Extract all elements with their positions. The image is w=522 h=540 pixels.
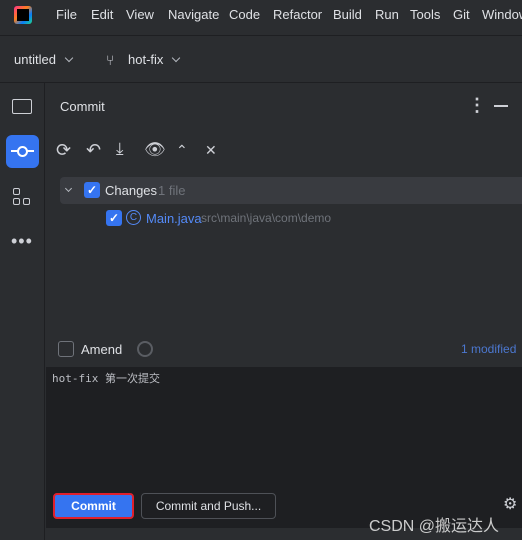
changes-label: Changes: [105, 183, 158, 198]
minimize-icon[interactable]: [494, 105, 508, 107]
main-toolbar: untitled ⑂ hot-fix: [0, 37, 522, 83]
menu-file[interactable]: File: [56, 7, 77, 22]
amend-label: Amend: [81, 342, 123, 357]
history-icon[interactable]: [137, 341, 153, 357]
changes-group-row[interactable]: ✓ Changes 1 file: [60, 177, 522, 204]
more-options-icon[interactable]: ⋮: [468, 96, 486, 114]
file-row[interactable]: ✓ C Main.java src\main\java\com\demo: [104, 208, 522, 228]
chevron-down-icon: [64, 53, 74, 63]
tool-window-strip: •••: [0, 83, 45, 540]
changes-count: 1 file: [158, 183, 186, 198]
file-path: src\main\java\com\demo: [201, 211, 332, 225]
expand-all-icon[interactable]: ⌃: [176, 142, 188, 158]
watermark: CSDN @搬运达人: [369, 518, 500, 535]
branch-name: hot-fix: [128, 52, 164, 67]
eye-icon[interactable]: 👁: [144, 141, 166, 158]
commit-icon-node: [17, 146, 28, 157]
panel-title: Commit: [60, 99, 105, 114]
class-icon: C: [126, 210, 141, 225]
modified-count: 1 modified: [461, 342, 517, 356]
commit-and-push-button[interactable]: Commit and Push...: [141, 493, 276, 519]
amend-checkbox[interactable]: [58, 341, 74, 357]
branch-selector[interactable]: hot-fix: [128, 52, 181, 67]
chevron-down-icon: [172, 53, 181, 63]
commit-panel-header: Commit ⋮: [46, 83, 522, 129]
chevron-down-icon[interactable]: [64, 184, 73, 193]
structure-icon[interactable]: [13, 188, 31, 206]
menu-tools[interactable]: Tools: [410, 7, 440, 22]
update-icon[interactable]: ⤓: [116, 140, 124, 157]
intellij-logo-icon[interactable]: [14, 6, 32, 24]
commit-tool-button[interactable]: [6, 135, 39, 168]
file-checkbox[interactable]: ✓: [106, 210, 122, 226]
menu-view[interactable]: View: [126, 7, 154, 22]
menu-edit[interactable]: Edit: [91, 7, 113, 22]
commit-button[interactable]: Commit: [53, 493, 134, 519]
settings-gear-icon[interactable]: ⚙: [503, 497, 517, 513]
changes-checkbox[interactable]: ✓: [84, 182, 100, 198]
menu-git[interactable]: Git: [453, 7, 470, 22]
menu-code[interactable]: Code: [229, 7, 260, 22]
menu-run[interactable]: Run: [375, 7, 399, 22]
project-name: untitled: [14, 52, 56, 67]
menu-window[interactable]: Window: [482, 7, 522, 22]
folder-icon[interactable]: [12, 99, 32, 114]
menu-refactor[interactable]: Refactor: [273, 7, 322, 22]
file-name: Main.java: [146, 211, 202, 226]
menu-bar: File Edit View Navigate Code Refactor Bu…: [0, 0, 522, 36]
commit-message-text: hot-fix 第一次提交: [52, 372, 160, 385]
rollback-icon[interactable]: ↶: [86, 141, 101, 159]
branch-icon: ⑂: [106, 52, 115, 68]
menu-navigate[interactable]: Navigate: [168, 7, 219, 22]
refresh-icon[interactable]: ⟳: [56, 141, 71, 159]
collapse-all-icon[interactable]: ✕: [205, 142, 217, 158]
menu-build[interactable]: Build: [333, 7, 362, 22]
project-selector[interactable]: untitled: [14, 52, 74, 67]
more-tools-icon[interactable]: •••: [11, 232, 33, 250]
